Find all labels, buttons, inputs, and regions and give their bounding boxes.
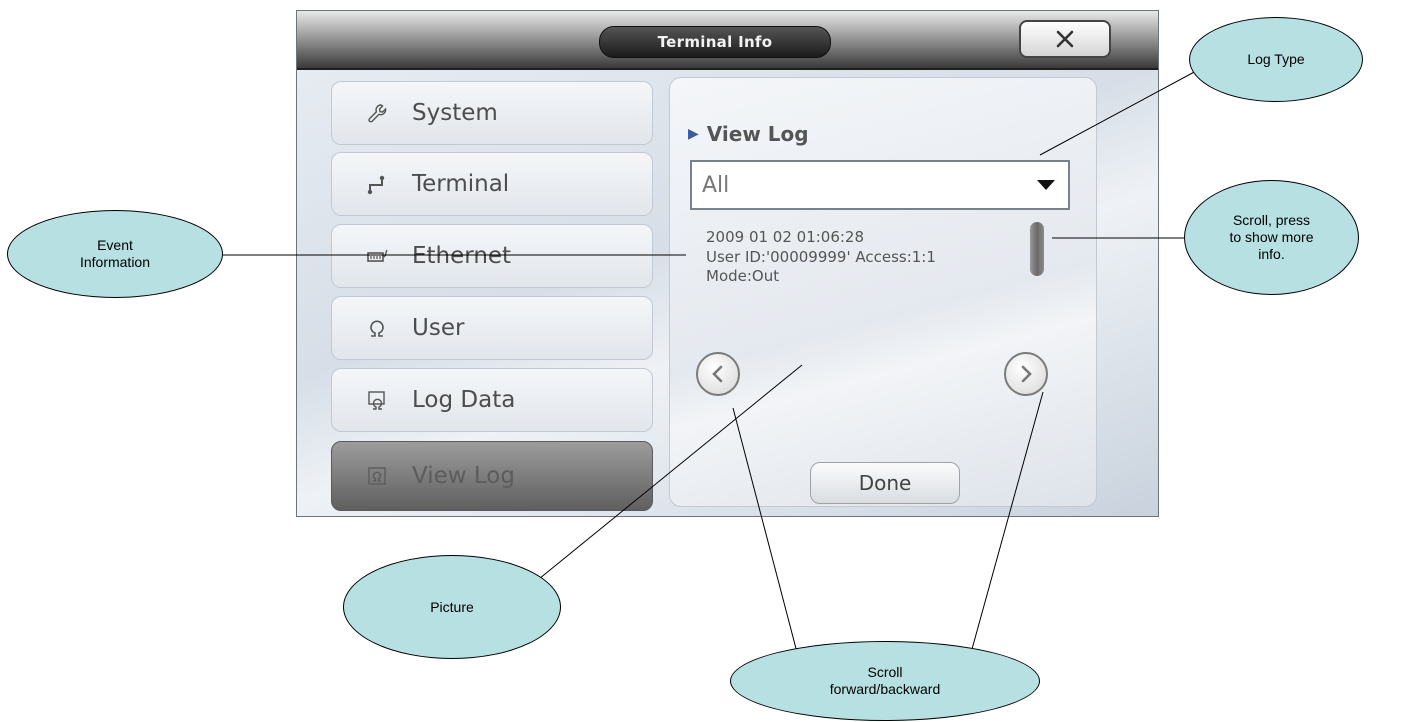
previous-button[interactable] [696, 352, 740, 396]
log-data-icon [362, 389, 392, 411]
sidebar-item-label: Terminal [412, 171, 510, 197]
panel-title: ▶ View Log [688, 122, 809, 146]
sidebar-item-label: Log Data [412, 387, 516, 413]
done-button[interactable]: Done [810, 462, 960, 504]
next-button[interactable] [1004, 352, 1048, 396]
log-type-dropdown[interactable]: All [690, 160, 1070, 210]
sidebar-item-label: System [412, 100, 498, 126]
sidebar-item-ethernet[interactable]: Ethernet [331, 224, 653, 288]
callout-scroll-more: Scroll, press to show more info. [1184, 180, 1359, 295]
close-icon [1056, 30, 1074, 48]
callout-event-information: Event Information [7, 210, 223, 298]
event-line: Mode:Out [706, 267, 780, 285]
panel-title-text: View Log [706, 122, 809, 146]
view-log-icon [362, 465, 392, 487]
event-line: 2009 01 02 01:06:28 [706, 228, 865, 246]
view-log-panel: ▶ View Log All 2009 01 02 01:06:28 User … [669, 77, 1097, 507]
sidebar-item-log-data[interactable]: Log Data [331, 368, 653, 432]
sidebar-item-label: Ethernet [412, 243, 512, 269]
terminal-icon [362, 173, 392, 195]
scrollbar[interactable] [1030, 222, 1044, 276]
callout-log-type: Log Type [1189, 17, 1363, 102]
close-button[interactable] [1019, 20, 1111, 58]
event-information: 2009 01 02 01:06:28 User ID:'00009999' A… [706, 228, 1026, 287]
terminal-info-screen: Terminal Info System Terminal Ethernet U… [296, 10, 1159, 517]
chevron-down-icon [1037, 180, 1055, 190]
wrench-icon [362, 102, 392, 124]
ethernet-icon [362, 245, 392, 267]
user-icon [362, 317, 392, 339]
window-title: Terminal Info [599, 26, 831, 58]
sidebar-item-label: View Log [412, 463, 515, 489]
log-type-value: All [702, 172, 730, 198]
callout-scroll-nav: Scroll forward/backward [730, 641, 1040, 721]
callout-picture: Picture [343, 555, 561, 659]
sidebar-item-view-log[interactable]: View Log [331, 441, 653, 511]
chevron-left-icon [712, 365, 723, 383]
event-line: User ID:'00009999' Access:1:1 [706, 247, 936, 266]
sidebar-item-user[interactable]: User [331, 296, 653, 360]
sidebar-item-terminal[interactable]: Terminal [331, 152, 653, 216]
chevron-right-icon [1021, 365, 1032, 383]
sidebar-item-system[interactable]: System [331, 81, 653, 145]
title-bar: Terminal Info [297, 11, 1158, 70]
sidebar-item-label: User [412, 315, 465, 341]
triangle-icon: ▶ [688, 126, 699, 142]
